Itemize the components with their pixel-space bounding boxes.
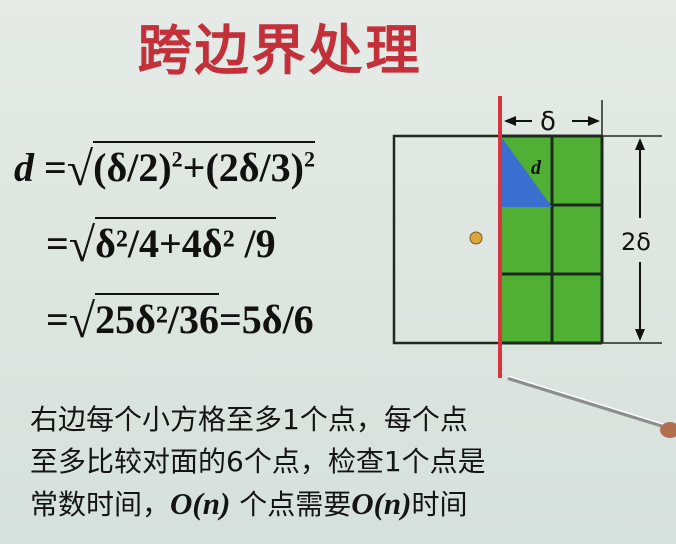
pointer-stick bbox=[507, 375, 676, 438]
body-line-1: 右边每个小方格至多1个点，每个点 bbox=[30, 403, 468, 436]
body-line-2: 至多比较对面的6个点，检查1个点是 bbox=[30, 445, 486, 478]
body-line-3: 常数时间，O(n) 个点需要O(n)时间 bbox=[30, 486, 468, 521]
grid-cell bbox=[552, 136, 602, 205]
big-o-n: O(n) bbox=[170, 486, 231, 521]
grid-cell bbox=[502, 274, 552, 343]
delta-label: δ bbox=[540, 107, 556, 137]
point-marker bbox=[469, 231, 483, 245]
grid-cell bbox=[552, 274, 602, 343]
d-label: d bbox=[531, 157, 542, 179]
grid-cell bbox=[502, 205, 552, 274]
big-o-n: O(n) bbox=[351, 486, 412, 521]
left-region bbox=[392, 134, 504, 345]
grid-cell bbox=[552, 205, 602, 274]
height-label: 2δ bbox=[621, 228, 651, 256]
